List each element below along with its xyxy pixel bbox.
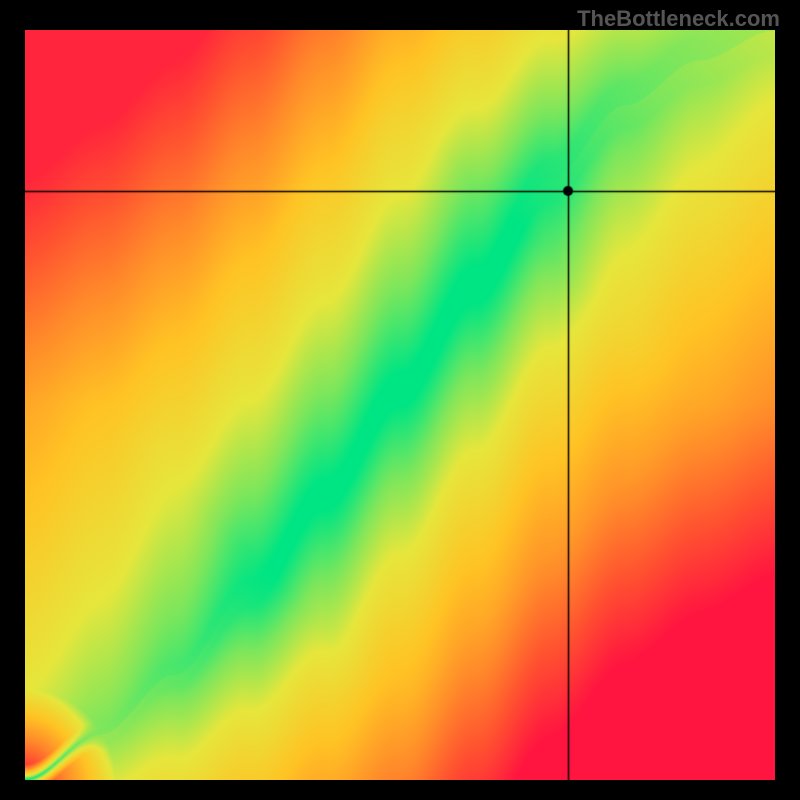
watermark-text: TheBottleneck.com [577, 6, 780, 32]
heatmap-canvas [25, 30, 775, 780]
heatmap-chart [25, 30, 775, 780]
